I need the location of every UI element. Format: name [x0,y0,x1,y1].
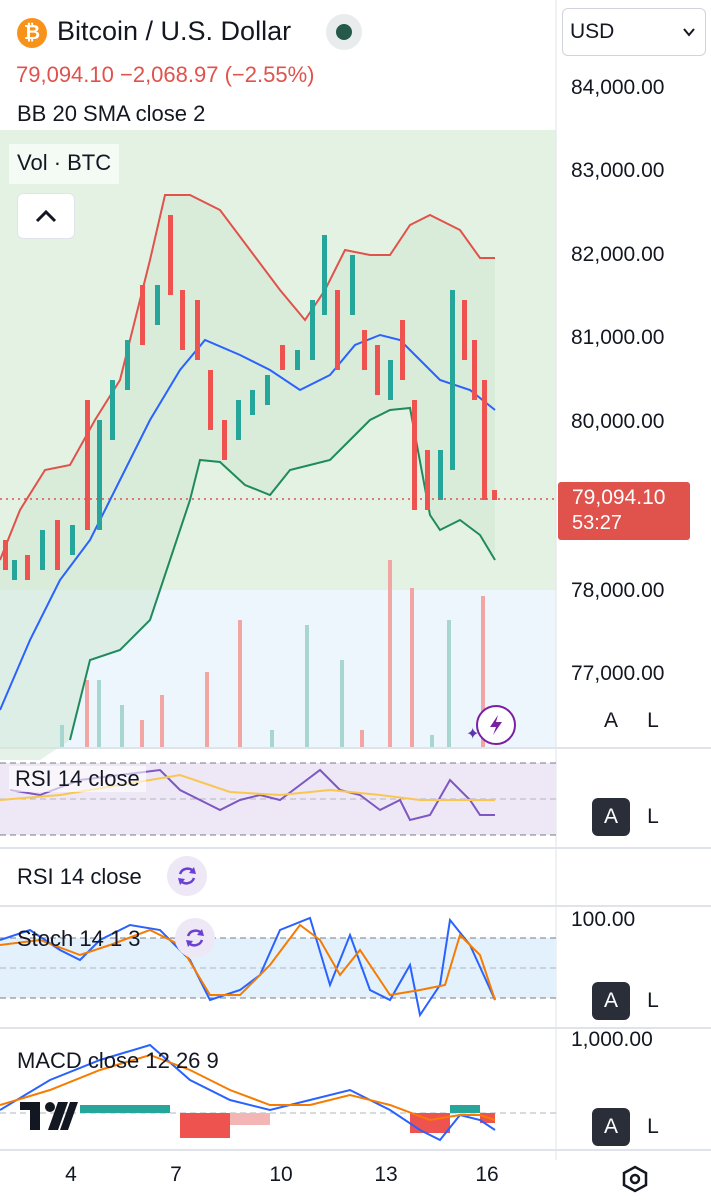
price-change-line: 79,094.10 −2,068.97 (−2.55%) [16,62,315,87]
market-status-icon[interactable] [326,14,362,50]
rsi-auto-scale-button[interactable]: A [592,798,630,836]
volume-indicator-legend[interactable]: Vol · BTC [9,144,120,184]
macd-log-scale-button[interactable]: L [634,1108,672,1146]
rsi-log-scale-button[interactable]: L [634,798,672,836]
current-price-tag: 79,094.10 53:27 [558,482,690,540]
auto-scale-button[interactable]: A [592,702,630,740]
stoch-log-scale-button[interactable]: L [634,982,672,1020]
stoch-auto-scale-button[interactable]: A [592,982,630,1020]
stoch-sync-icon[interactable] [175,918,215,958]
settings-icon[interactable] [621,1165,649,1193]
macd-histogram [80,1105,495,1138]
price-label-80000: 80,000.00 [571,410,665,433]
price-label-82000: 82,000.00 [571,243,665,266]
log-scale-button[interactable]: L [634,702,672,740]
x-label-7: 7 [170,1163,182,1186]
rsi2-panel-title[interactable]: RSI 14 close [17,864,142,890]
bitcoin-logo-icon: ₿ [17,18,47,48]
current-price-value: 79,094.10 [572,486,666,509]
macd-axis-label: 1,000.00 [571,1028,653,1051]
price-label-81000: 81,000.00 [571,326,665,349]
price-label-78000: 78,000.00 [571,579,665,602]
currency-select[interactable]: USD [562,8,706,56]
collapse-legend-button[interactable] [17,193,75,239]
x-label-10: 10 [269,1163,293,1186]
x-label-4: 4 [65,1163,77,1186]
chevron-up-icon [35,209,57,223]
rsi-panel-title[interactable]: RSI 14 close [9,766,146,792]
symbol-title[interactable]: Bitcoin / U.S. Dollar [57,16,291,47]
price-label-83000: 83,000.00 [571,159,665,182]
price-label-84000: 84,000.00 [571,76,665,99]
countdown-value: 53:27 [572,512,623,534]
x-label-16: 16 [475,1163,499,1186]
tradingview-logo [20,1102,78,1130]
lightning-icon[interactable] [476,705,516,745]
sparkle-icon: ✦ [466,726,480,743]
price-label-77000: 77,000.00 [571,662,665,685]
chevron-down-icon [683,28,695,37]
stoch-axis-label: 100.00 [571,908,636,931]
rsi2-sync-icon[interactable] [167,856,207,896]
stoch-panel-title[interactable]: Stoch 14 1 3 [17,926,141,952]
x-label-13: 13 [374,1163,398,1186]
currency-value: USD [570,20,615,43]
bb-indicator-legend[interactable]: BB 20 SMA close 2 [9,97,214,129]
macd-panel-title[interactable]: MACD close 12 26 9 [17,1048,219,1074]
macd-auto-scale-button[interactable]: A [592,1108,630,1146]
